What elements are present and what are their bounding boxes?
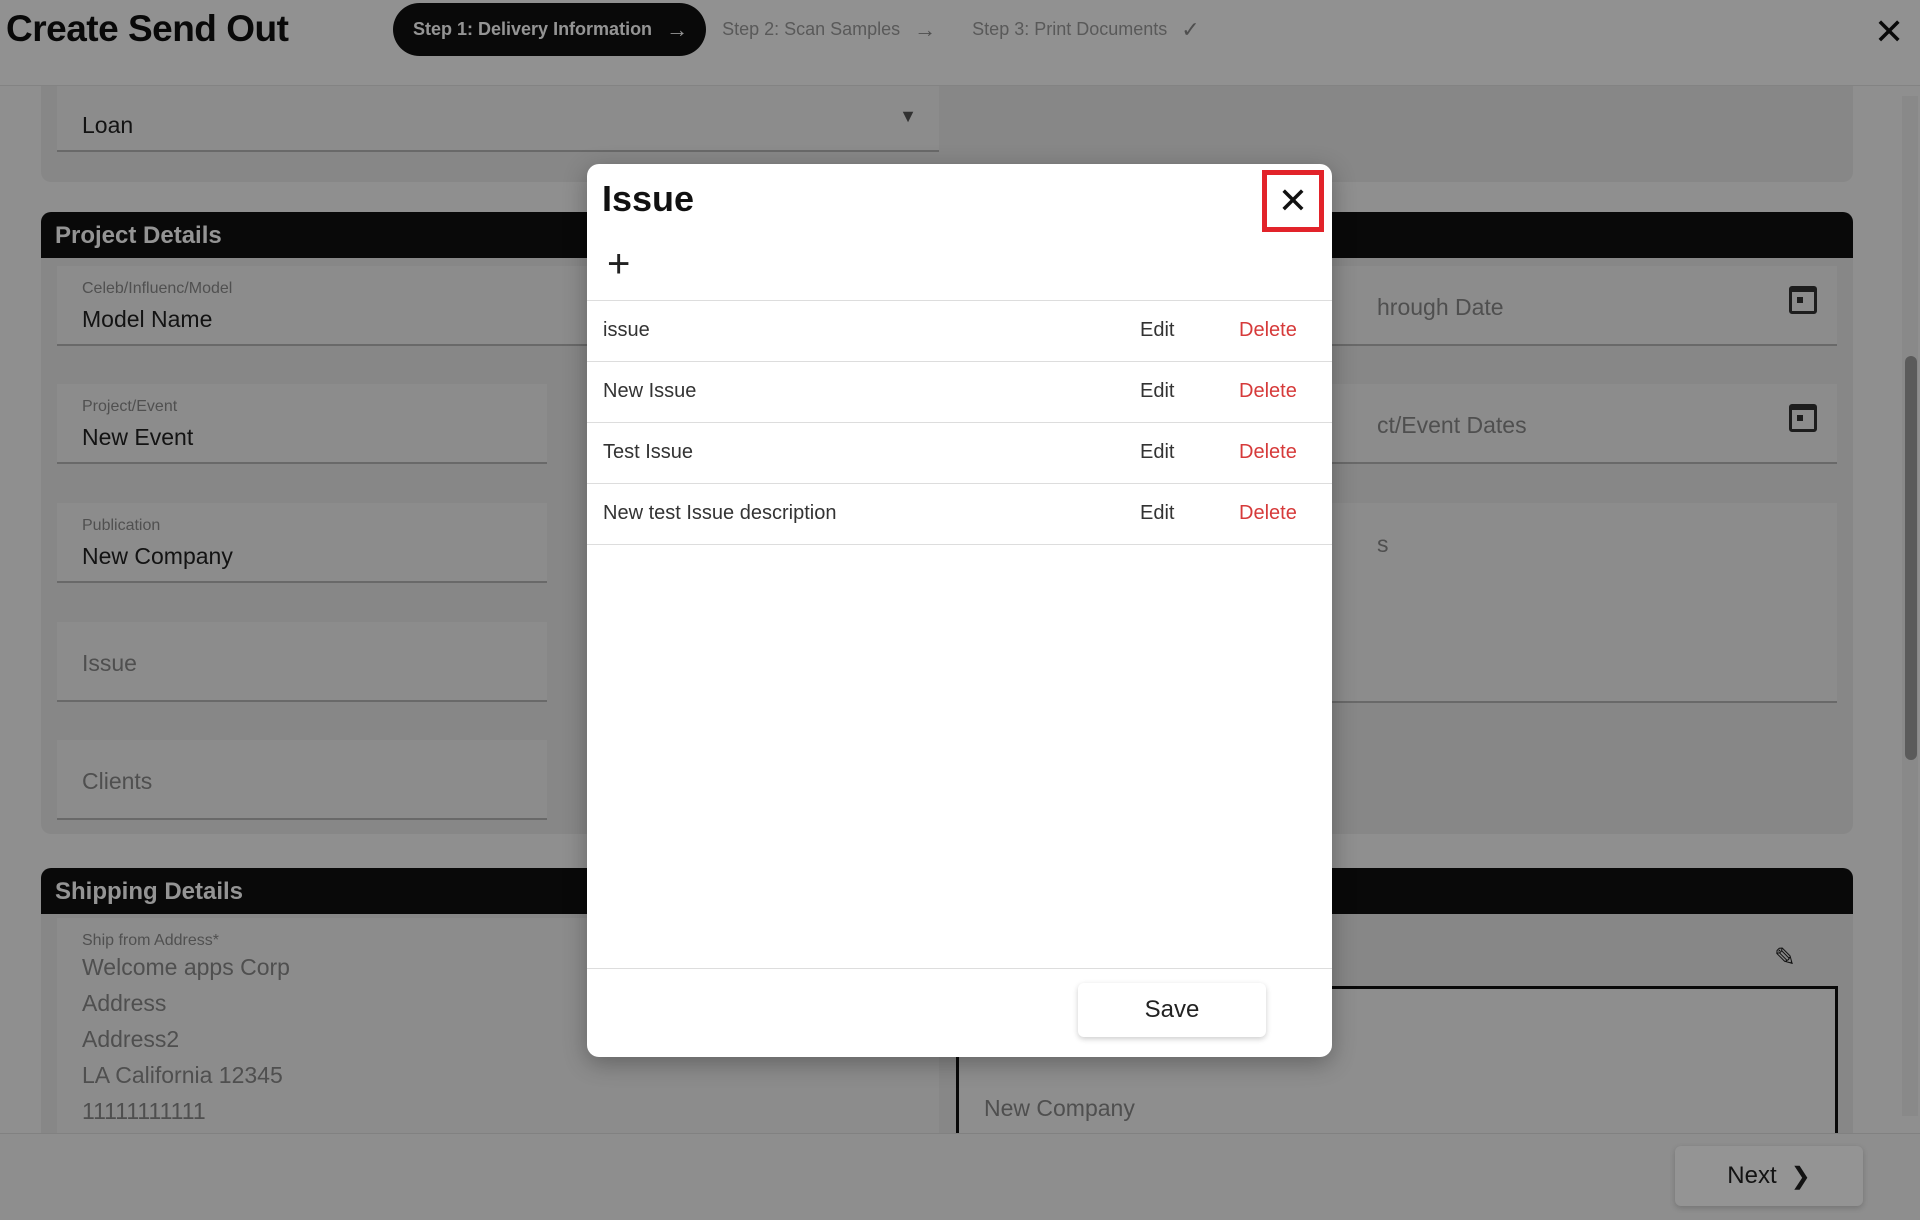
delete-button[interactable]: Delete	[1239, 441, 1297, 464]
issue-dialog: Issue ✕ + issue Edit Delete New Issue Ed…	[587, 164, 1332, 1057]
delete-button[interactable]: Delete	[1239, 319, 1297, 342]
issue-name: New Issue	[603, 380, 697, 402]
edit-button[interactable]: Edit	[1140, 441, 1174, 464]
list-item: New Issue Edit Delete	[587, 362, 1332, 423]
edit-button[interactable]: Edit	[1140, 380, 1174, 403]
plus-icon[interactable]: +	[607, 244, 630, 284]
edit-button[interactable]: Edit	[1140, 319, 1174, 342]
close-icon[interactable]: ✕	[1262, 170, 1324, 232]
issue-name: New test Issue description	[603, 502, 837, 524]
dialog-footer: Save	[587, 968, 1332, 1057]
delete-button[interactable]: Delete	[1239, 502, 1297, 525]
edit-button[interactable]: Edit	[1140, 502, 1174, 525]
dialog-title: Issue	[602, 178, 695, 219]
issue-name: issue	[603, 319, 650, 341]
issue-list: issue Edit Delete New Issue Edit Delete …	[587, 300, 1332, 545]
issue-name: Test Issue	[603, 441, 694, 463]
list-item: Test Issue Edit Delete	[587, 423, 1332, 484]
list-item: New test Issue description Edit Delete	[587, 484, 1332, 545]
list-item: issue Edit Delete	[587, 301, 1332, 362]
save-button[interactable]: Save	[1078, 983, 1266, 1037]
delete-button[interactable]: Delete	[1239, 380, 1297, 403]
